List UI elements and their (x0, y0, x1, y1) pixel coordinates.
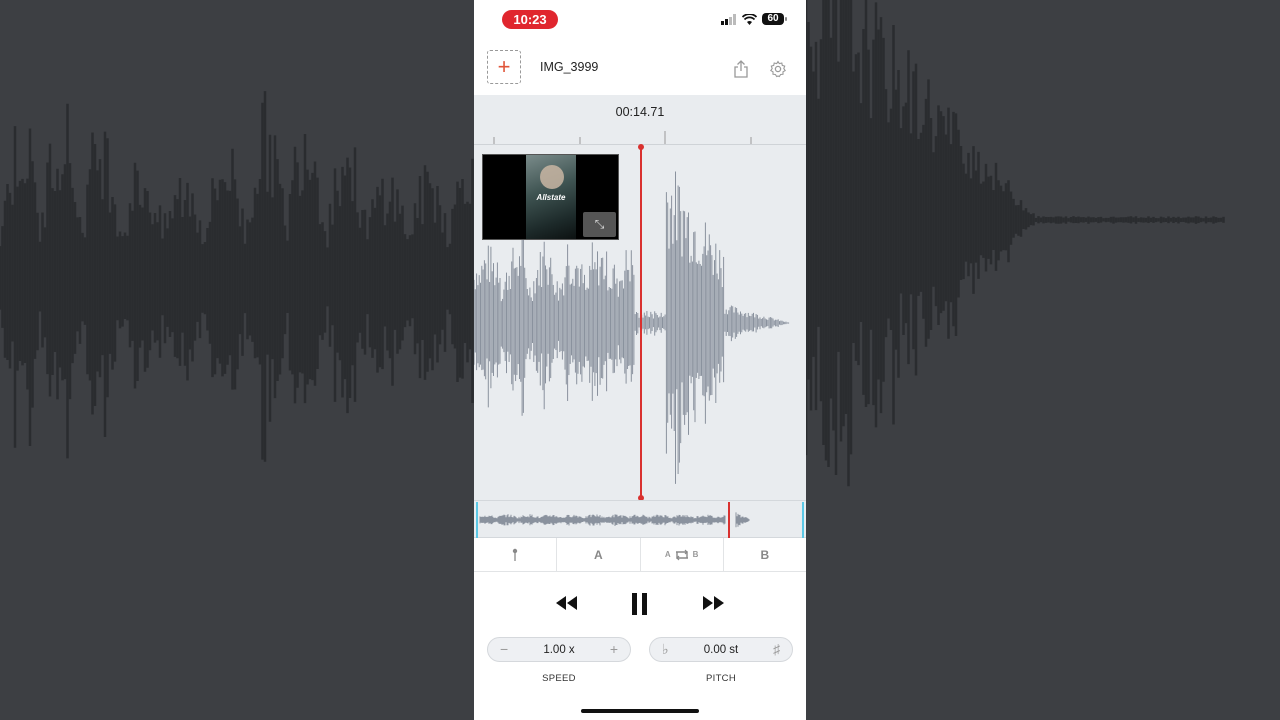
share-icon[interactable] (733, 60, 749, 78)
signal-icon (721, 13, 736, 25)
loop-icon (675, 549, 688, 560)
video-person (540, 165, 564, 189)
status-bar: 10:23 60 (474, 0, 806, 40)
fast-forward-icon[interactable] (702, 596, 724, 610)
phone-screen: 10:23 60 + IMG_3999 00:14.71 Allstate ⤡ … (474, 0, 806, 720)
rewind-icon[interactable] (556, 596, 578, 610)
pause-icon[interactable] (630, 593, 650, 615)
set-b-button[interactable]: B (724, 538, 806, 571)
header: + IMG_3999 (474, 40, 806, 95)
wifi-icon (742, 13, 757, 25)
add-file-button[interactable]: + (487, 50, 521, 84)
loop-b-label: B (692, 550, 699, 559)
playhead-handle-top[interactable] (638, 144, 644, 150)
status-icons: 60 (721, 13, 787, 25)
loop-a-label: A (664, 550, 671, 559)
speed-increase-button[interactable]: + (610, 641, 618, 657)
speed-label: SPEED (542, 673, 576, 684)
background-waveform-left (0, 0, 474, 720)
file-name: IMG_3999 (540, 60, 599, 74)
time-display: 00:14.71 (615, 105, 665, 119)
gear-icon[interactable] (769, 60, 787, 78)
set-a-button[interactable]: A (557, 538, 641, 571)
timeline-ruler (474, 131, 806, 145)
video-brand-text: Allstate (536, 193, 566, 202)
video-frame: Allstate (526, 155, 576, 239)
status-time: 10:23 (502, 10, 558, 29)
pitch-sharp-button[interactable]: ♯ (773, 641, 780, 657)
speed-stepper: − 1.00 x + (487, 637, 631, 662)
waveform-overview[interactable] (474, 500, 806, 538)
transport-controls (474, 588, 806, 622)
video-preview[interactable]: Allstate ⤡ (482, 154, 619, 240)
expand-icon[interactable]: ⤡ (583, 212, 616, 237)
pitch-value: 0.00 st (703, 644, 739, 656)
waveform-area[interactable]: 00:14.71 Allstate ⤡ (474, 95, 806, 500)
marker-button[interactable] (474, 538, 558, 571)
ab-loop-button[interactable]: A B (641, 538, 724, 571)
playhead[interactable] (640, 146, 642, 498)
battery-icon: 60 (762, 13, 787, 25)
pin-icon (512, 548, 518, 561)
overview-waveform[interactable] (474, 501, 806, 539)
pitch-label: PITCH (706, 673, 736, 684)
home-indicator (581, 709, 699, 713)
pitch-stepper: ♭ 0.00 st ♯ (649, 637, 793, 662)
speed-value: 1.00 x (543, 644, 575, 656)
loop-controls: A A B B (474, 538, 806, 572)
background-waveform-right (806, 0, 1280, 720)
